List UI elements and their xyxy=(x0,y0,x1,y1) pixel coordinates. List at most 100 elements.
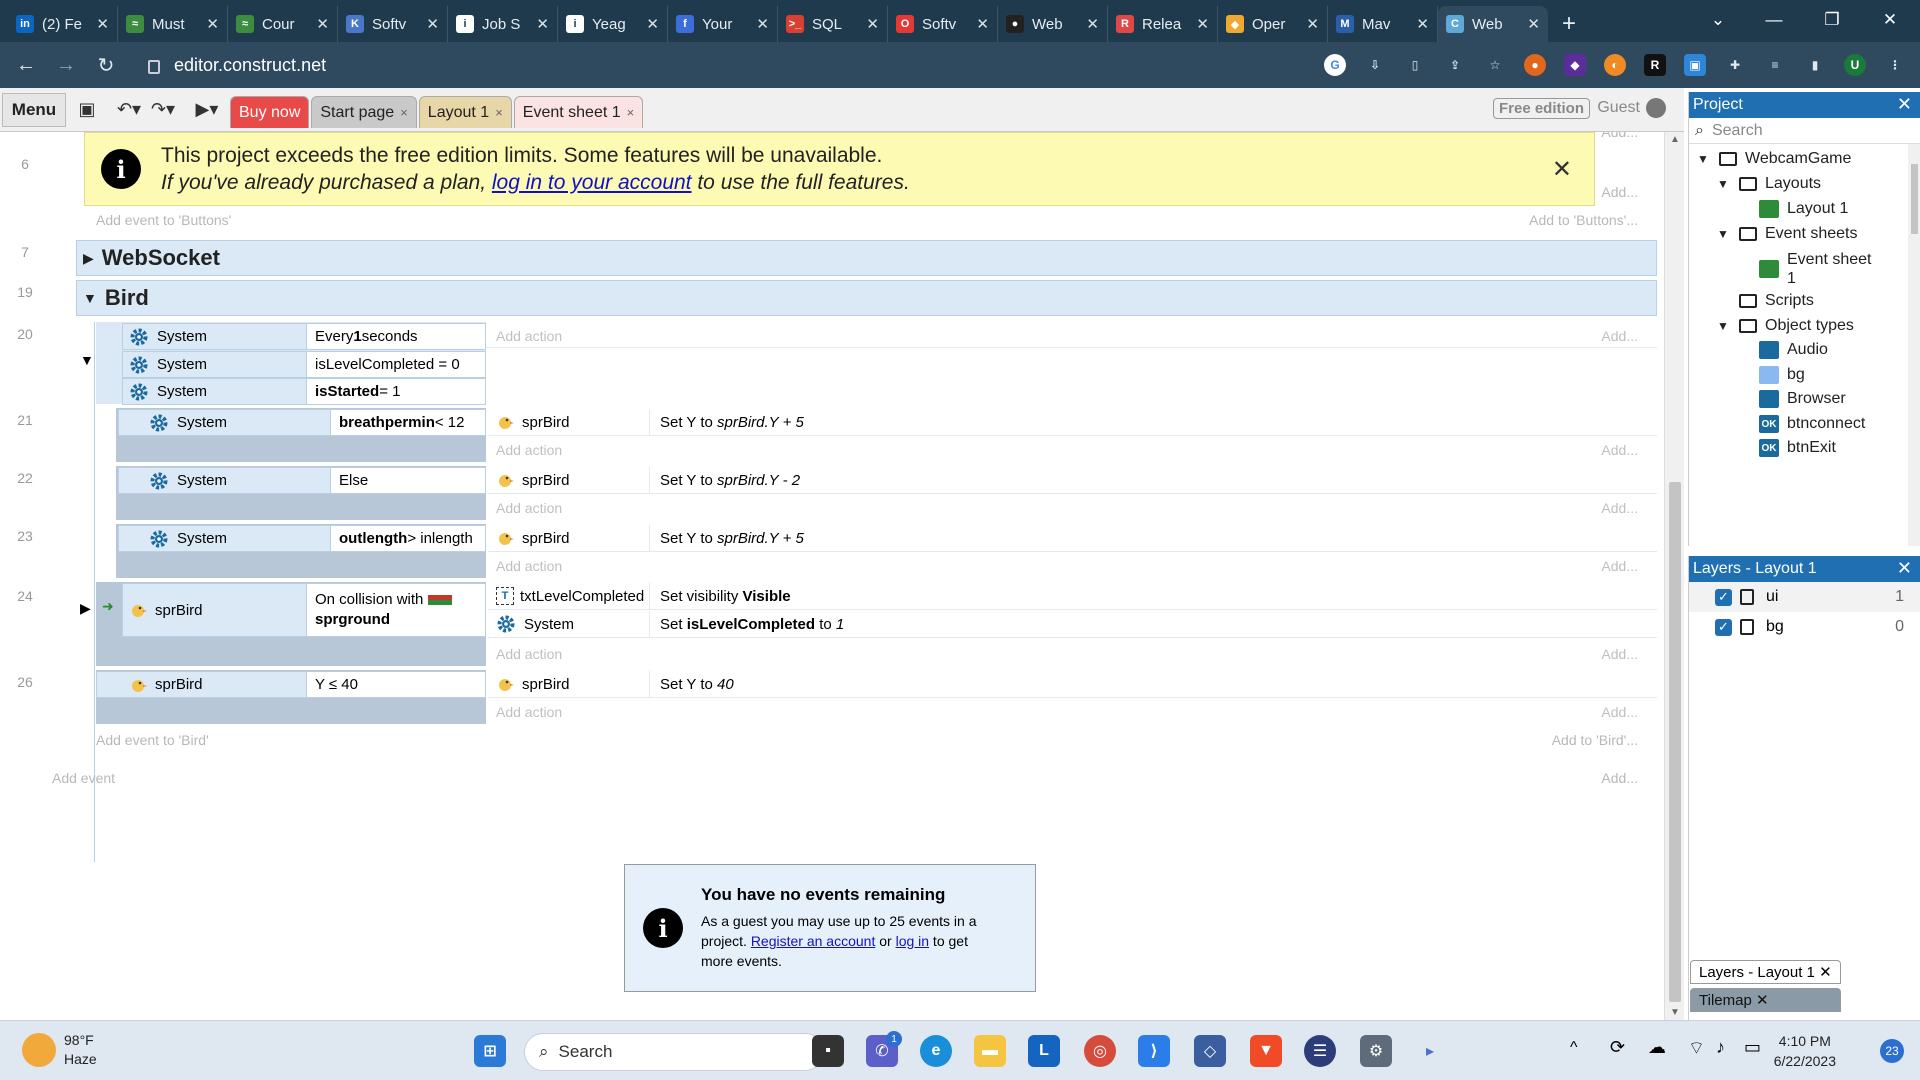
kebab-menu-icon[interactable]: ⋮ xyxy=(1884,54,1906,76)
close-tab-icon[interactable]: ✕ xyxy=(1306,15,1319,33)
tab-layers[interactable]: Layers - Layout 1 ✕ xyxy=(1690,960,1841,984)
vscode-icon[interactable]: ⟩ xyxy=(1138,1035,1170,1067)
sync-icon[interactable]: ⟳ xyxy=(1610,1037,1625,1058)
weather-haze-icon[interactable] xyxy=(22,1033,56,1067)
lock-icon[interactable] xyxy=(1740,589,1754,605)
weather-widget[interactable]: 98°F Haze xyxy=(64,1031,97,1069)
browser-tab[interactable]: ≈ Cour ✕ xyxy=(228,6,338,42)
extension-r-icon[interactable]: R xyxy=(1644,54,1666,76)
tree-scrollbar[interactable] xyxy=(1908,144,1920,546)
add-action-link[interactable]: Add action xyxy=(496,442,562,458)
profile-avatar[interactable]: U xyxy=(1844,54,1866,76)
close-tab-icon[interactable]: ✕ xyxy=(756,15,769,33)
project-search[interactable]: ⌕ Search xyxy=(1689,118,1920,144)
clock[interactable]: 4:10 PM 6/22/2023 xyxy=(1774,1031,1836,1071)
google-icon[interactable]: G xyxy=(1324,54,1346,76)
tree-item[interactable]: Browser xyxy=(1737,390,1846,408)
add-link[interactable]: Add... xyxy=(1601,704,1638,720)
guest-account[interactable]: Guest xyxy=(1597,98,1666,118)
undo-icon[interactable]: ↶▾ xyxy=(112,93,146,127)
add-link[interactable]: Add... xyxy=(1601,770,1638,786)
minimize-icon[interactable]: — xyxy=(1746,0,1802,40)
sheet-scrollbar[interactable]: ▲ ▼ xyxy=(1664,132,1684,1020)
browser-tab[interactable]: R Relea ✕ xyxy=(1108,6,1218,42)
close-icon[interactable]: ✕ xyxy=(1897,558,1912,579)
action-row[interactable]: TtxtLevelCompleted Set visibility Visibl… xyxy=(488,583,1657,610)
play-icon[interactable]: ▶▾ xyxy=(190,93,224,127)
close-icon[interactable]: ✕ xyxy=(1819,964,1832,981)
group-websocket[interactable]: ▶ WebSocket xyxy=(76,240,1657,276)
collapse-icon[interactable]: ▼ xyxy=(1717,177,1731,191)
action-row[interactable]: sprBird Set Y to sprBird.Y - 2 xyxy=(488,467,1657,494)
editor-tab[interactable]: Buy now xyxy=(230,96,310,128)
settings-icon[interactable]: ⚙ xyxy=(1360,1035,1392,1067)
action-row[interactable]: System Set isLevelCompleted to 1 xyxy=(488,611,1657,638)
tree-item[interactable]: Scripts xyxy=(1717,292,1814,310)
condition-row[interactable]: System breathpermin < 12 xyxy=(118,409,486,436)
condition-row[interactable]: System outlength > inlength xyxy=(118,525,486,552)
scroll-down-icon[interactable]: ▼ xyxy=(1670,1007,1680,1018)
browser-tab[interactable]: ● Web ✕ xyxy=(998,6,1108,42)
eclipse-icon[interactable]: ☰ xyxy=(1304,1035,1336,1067)
star-icon[interactable]: ☆ xyxy=(1484,54,1506,76)
browser-tab[interactable]: M Mav ✕ xyxy=(1328,6,1438,42)
login-link[interactable]: log in to your account xyxy=(492,171,692,194)
close-window-icon[interactable]: ✕ xyxy=(1862,0,1918,40)
browser-tab[interactable]: i Job S ✕ xyxy=(448,6,558,42)
free-edition-badge[interactable]: Free edition xyxy=(1492,98,1590,119)
close-icon[interactable]: ✕ xyxy=(1756,992,1769,1009)
layer-row[interactable]: ✓ ui 1 xyxy=(1689,582,1920,612)
scroll-up-icon[interactable]: ▲ xyxy=(1670,134,1680,145)
expand-icon[interactable]: ▶ xyxy=(80,600,91,617)
editor-tab[interactable]: Event sheet 1 × xyxy=(513,96,644,128)
add-link[interactable]: Add... xyxy=(1601,500,1638,516)
share-icon[interactable]: ⇪ xyxy=(1444,54,1466,76)
add-link[interactable]: Add... xyxy=(1601,558,1638,574)
save-icon[interactable]: ▣ xyxy=(70,93,104,127)
close-tab-icon[interactable]: ✕ xyxy=(426,15,439,33)
expand-icon[interactable]: ▶ xyxy=(83,250,94,267)
condition-row[interactable]: System isLevelCompleted = 0 xyxy=(122,351,486,378)
add-action-link[interactable]: Add action xyxy=(496,558,562,574)
l-app-icon[interactable]: L xyxy=(1028,1035,1060,1067)
add-event-bird[interactable]: Add event to 'Bird' xyxy=(96,732,209,748)
add-event-buttons[interactable]: Add event to 'Buttons' xyxy=(96,212,231,228)
close-tab-icon[interactable]: ✕ xyxy=(1527,15,1540,33)
condition-row[interactable]: System Else xyxy=(118,467,486,494)
close-tab-icon[interactable]: × xyxy=(495,105,503,120)
tree-item[interactable]: ▼ Event sheets xyxy=(1717,225,1858,243)
back-icon[interactable]: ← xyxy=(6,54,46,77)
media-icon[interactable]: ▸ xyxy=(1414,1035,1446,1067)
browser-tab[interactable]: i Yeag ✕ xyxy=(558,6,668,42)
close-tab-icon[interactable]: ✕ xyxy=(1086,15,1099,33)
collapse-icon[interactable]: ▼ xyxy=(1697,152,1711,166)
close-tab-icon[interactable]: × xyxy=(627,105,635,120)
page-icon[interactable]: ▯ xyxy=(1404,54,1426,76)
browser-tab[interactable]: in (2) Fe ✕ xyxy=(8,6,118,42)
add-to-buttons[interactable]: Add to 'Buttons'... xyxy=(1529,212,1638,228)
app-icon[interactable]: ◇ xyxy=(1194,1035,1226,1067)
close-tab-icon[interactable]: ✕ xyxy=(866,15,879,33)
add-action-link[interactable]: Add... xyxy=(1601,184,1638,200)
collapse-icon[interactable]: ▼ xyxy=(1717,319,1731,333)
reload-icon[interactable]: ↻ xyxy=(86,53,126,78)
editor-tab[interactable]: Layout 1 × xyxy=(418,96,512,128)
close-tab-icon[interactable]: ✕ xyxy=(976,15,989,33)
tree-item[interactable]: Layout 1 xyxy=(1737,200,1848,218)
browser-tab[interactable]: O Softv ✕ xyxy=(888,6,998,42)
task-view-icon[interactable]: ▪ xyxy=(812,1035,844,1067)
close-tab-icon[interactable]: ✕ xyxy=(646,15,659,33)
forward-icon[interactable]: → xyxy=(46,54,86,77)
close-tab-icon[interactable]: × xyxy=(400,105,408,120)
add-to-bird[interactable]: Add to 'Bird'... xyxy=(1552,732,1638,748)
condition-row[interactable]: System Every 1 seconds xyxy=(122,323,486,350)
notification-badge[interactable]: 23 xyxy=(1880,1039,1904,1063)
side-panel-icon[interactable]: ▮ xyxy=(1804,54,1826,76)
browser-tab[interactable]: f Your ✕ xyxy=(668,6,778,42)
tree-item[interactable]: ▼ Layouts xyxy=(1717,175,1821,193)
login-link[interactable]: log in xyxy=(896,933,929,949)
layer-row[interactable]: ✓ bg 0 xyxy=(1689,612,1920,642)
chrome-icon[interactable]: ◎ xyxy=(1084,1035,1116,1067)
condition-row[interactable]: sprBird Y ≤ 40 xyxy=(96,671,486,698)
battery-icon[interactable]: ▭ xyxy=(1744,1037,1761,1058)
